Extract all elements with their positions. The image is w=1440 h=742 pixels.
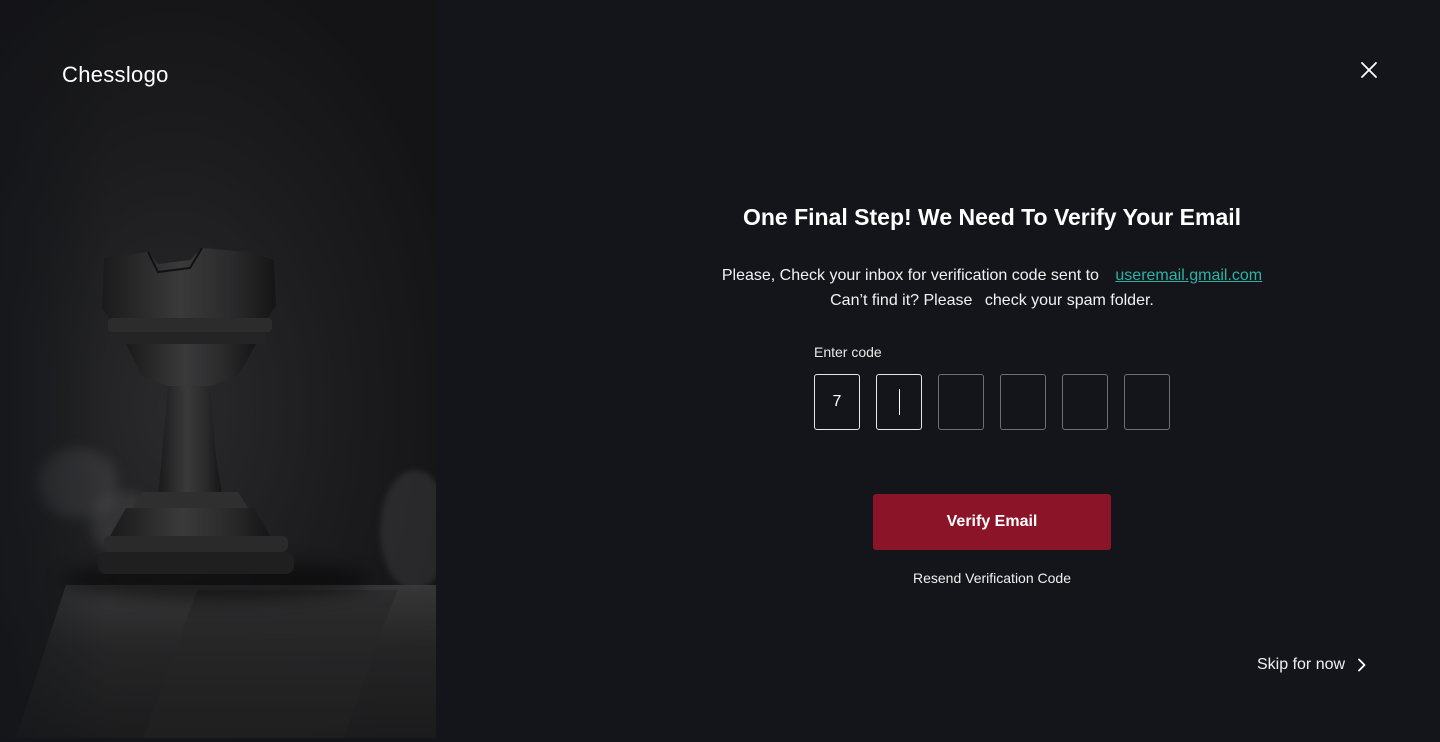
verify-email-form: One Final Step! We Need To Verify Your E… — [436, 0, 1440, 742]
code-digit-input[interactable] — [1124, 374, 1170, 430]
hero-image-panel — [0, 0, 436, 738]
spam-hint-rest: check your spam folder. — [984, 292, 1154, 309]
brand-logo[interactable]: Chesslogo — [62, 62, 169, 88]
text-caret — [898, 389, 900, 415]
instructions-text: Please, Check your inbox for verificatio… — [721, 267, 1099, 284]
blurred-chess-piece — [380, 470, 436, 590]
instructions-line-2: Can’t find it? Please check your spam fo… — [436, 288, 1440, 313]
code-label: Enter code — [814, 344, 882, 360]
rook-chess-piece-image — [98, 247, 294, 574]
code-digit-input[interactable]: 7 — [814, 374, 860, 430]
chevron-right-icon — [1358, 658, 1366, 672]
code-digit-input[interactable] — [1000, 374, 1046, 430]
skip-for-now-link[interactable]: Skip for now — [1257, 656, 1369, 674]
instructions-line-1: Please, Check your inbox for verificatio… — [436, 263, 1440, 288]
code-digit-value: 7 — [832, 393, 842, 410]
verify-email-button[interactable]: Verify Email — [873, 494, 1111, 550]
code-digit-input[interactable] — [1062, 374, 1108, 430]
code-digit-input[interactable] — [938, 374, 984, 430]
instructions: Please, Check your inbox for verificatio… — [436, 263, 1440, 313]
resend-code-link[interactable]: Resend Verification Code — [873, 570, 1111, 586]
code-digit-input[interactable] — [876, 374, 922, 430]
email-link[interactable]: useremail.gmail.com — [1115, 267, 1262, 284]
skip-label: Skip for now — [1257, 656, 1346, 673]
page-title: One Final Step! We Need To Verify Your E… — [742, 204, 1242, 230]
spam-hint-text: Can’t find it? Please — [830, 292, 973, 309]
